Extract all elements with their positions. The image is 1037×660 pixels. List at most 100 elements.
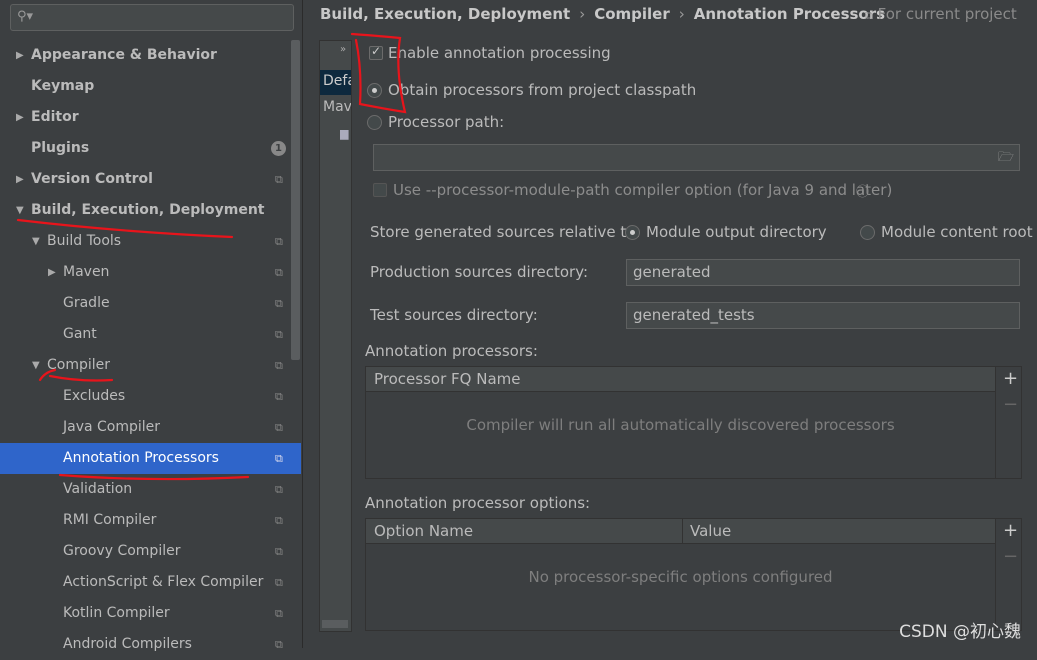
add-button[interactable]: + bbox=[1003, 520, 1018, 541]
profile-maven[interactable]: Maven bbox=[323, 99, 351, 115]
chevron-right-icon[interactable]: ▶ bbox=[16, 40, 24, 71]
add-button[interactable]: + bbox=[1003, 368, 1018, 389]
obtain-classpath-label: Obtain processors from project classpath bbox=[388, 81, 697, 99]
sidebar-item[interactable]: Keymap bbox=[0, 71, 290, 102]
sidebar-item-label: Annotation Processors bbox=[63, 450, 219, 466]
remove-button[interactable]: − bbox=[1003, 394, 1018, 415]
module-output-label: Module output directory bbox=[646, 223, 827, 241]
module-content-label: Module content root bbox=[881, 223, 1033, 241]
chevron-down-icon[interactable]: ▼ bbox=[16, 195, 24, 226]
column-header[interactable]: Processor FQ Name bbox=[374, 370, 520, 388]
empty-text: Compiler will run all automatically disc… bbox=[466, 416, 895, 434]
scope-label: ⧉ For current project bbox=[865, 5, 1017, 23]
copy-icon: ⧉ bbox=[275, 297, 283, 310]
search-input[interactable]: ⚲▾ bbox=[10, 4, 294, 31]
processor-path-field[interactable]: 🗁 bbox=[373, 144, 1020, 171]
chevron-right-icon[interactable]: ▶ bbox=[16, 164, 24, 195]
chevron-right-icon[interactable]: ▶ bbox=[48, 257, 56, 288]
sidebar-item-label: RMI Compiler bbox=[63, 512, 157, 528]
processor-path-radio[interactable] bbox=[367, 115, 382, 130]
sidebar-item-label: Gant bbox=[63, 326, 97, 342]
sidebar-item-label: Maven bbox=[63, 264, 110, 280]
sidebar-item[interactable]: Validation ⧉ bbox=[0, 474, 290, 505]
copy-icon: ⧉ bbox=[275, 390, 283, 403]
chevron-down-icon[interactable]: ▼ bbox=[32, 226, 40, 257]
sidebar-item[interactable]: ActionScript & Flex Compiler ⧉ bbox=[0, 567, 290, 598]
sidebar-item[interactable]: ▶ Maven ⧉ bbox=[0, 257, 290, 288]
copy-icon: ⧉ bbox=[275, 359, 283, 372]
breadcrumb-item[interactable]: Build, Execution, Deployment bbox=[320, 5, 570, 23]
empty-text: No processor-specific options configured bbox=[528, 568, 833, 586]
sidebar-item[interactable]: ▼ Build Tools ⧉ bbox=[0, 226, 290, 257]
copy-icon: ⧉ bbox=[275, 607, 283, 620]
module-content-radio[interactable] bbox=[860, 225, 875, 240]
sidebar-item-label: Editor bbox=[31, 109, 79, 125]
options-table: Option Name Value No processor-specific o… bbox=[365, 518, 1022, 631]
module-path-label: Use --processor-module-path compiler opt… bbox=[393, 181, 893, 199]
sidebar-item[interactable]: ▶ Editor bbox=[0, 102, 290, 133]
column-header[interactable]: Value bbox=[690, 522, 731, 540]
sidebar-item[interactable]: ▼ Compiler ⧉ bbox=[0, 350, 290, 381]
scope-text: For current project bbox=[877, 5, 1017, 23]
copy-icon: ⧉ bbox=[275, 452, 283, 465]
sidebar-scrollbar[interactable] bbox=[291, 40, 300, 360]
enable-processing-checkbox[interactable]: ✓ bbox=[369, 44, 383, 60]
sidebar-item[interactable]: Android Compilers ⧉ bbox=[0, 629, 290, 660]
folder-icon[interactable]: 🗁 bbox=[998, 148, 1014, 170]
sidebar-item[interactable]: Excludes ⧉ bbox=[0, 381, 290, 412]
store-sources-label: Store generated sources relative to: bbox=[370, 223, 641, 241]
sidebar-item[interactable]: Java Compiler ⧉ bbox=[0, 412, 290, 443]
sidebar-item-label: Groovy Compiler bbox=[63, 543, 181, 559]
sidebar-item[interactable]: Kotlin Compiler ⧉ bbox=[0, 598, 290, 629]
pane-scrollbar[interactable] bbox=[322, 620, 348, 628]
options-title: Annotation processor options: bbox=[365, 494, 591, 512]
processors-table: Processor FQ Name Compiler will run all … bbox=[365, 366, 1022, 479]
sidebar-item[interactable]: Gant ⧉ bbox=[0, 319, 290, 350]
folder-icon: ▆ bbox=[340, 127, 349, 140]
processors-title: Annotation processors: bbox=[365, 342, 538, 360]
module-output-radio[interactable] bbox=[625, 225, 640, 240]
chevron-right-icon[interactable]: ▶ bbox=[16, 102, 24, 133]
copy-icon: ⧉ bbox=[275, 576, 283, 589]
sidebar-item-label: Java Compiler bbox=[63, 419, 161, 435]
test-dir-label: Test sources directory: bbox=[370, 306, 538, 324]
sidebar-item[interactable]: RMI Compiler ⧉ bbox=[0, 505, 290, 536]
sidebar-item-label: Build, Execution, Deployment bbox=[31, 202, 265, 218]
sidebar-item[interactable]: Groovy Compiler ⧉ bbox=[0, 536, 290, 567]
copy-icon: ⧉ bbox=[275, 514, 283, 527]
profile-default[interactable]: Default bbox=[320, 70, 351, 95]
sidebar-item-label: Gradle bbox=[63, 295, 110, 311]
copy-icon: ⧉ bbox=[275, 545, 283, 558]
column-header[interactable]: Option Name bbox=[374, 522, 473, 540]
sidebar-item-label: Android Compilers bbox=[63, 636, 192, 652]
watermark: CSDN @初心魏 bbox=[899, 622, 1021, 642]
profiles-pane: » Default Maven ▆ bbox=[319, 40, 352, 632]
sidebar-item[interactable]: Annotation Processors ⧉ bbox=[0, 443, 301, 474]
sidebar-item[interactable]: ▶ Version Control ⧉ bbox=[0, 164, 290, 195]
remove-button[interactable]: − bbox=[1003, 546, 1018, 567]
chevron-down-icon[interactable]: ▼ bbox=[32, 350, 40, 381]
help-icon[interactable]: ⓘ bbox=[856, 181, 869, 200]
settings-sidebar: ⚲▾ ▶ Appearance & Behavior Keymap ▶ Editor Pl… bbox=[0, 0, 303, 652]
test-dir-field[interactable]: generated_tests bbox=[626, 302, 1020, 329]
obtain-classpath-radio[interactable] bbox=[367, 83, 382, 98]
processor-path-label: Processor path: bbox=[388, 113, 505, 131]
sidebar-item-label: ActionScript & Flex Compiler bbox=[63, 574, 264, 590]
expand-button[interactable]: » bbox=[340, 44, 368, 55]
production-dir-label: Production sources directory: bbox=[370, 263, 589, 281]
breadcrumb: Build, Execution, Deployment › Compiler › An… bbox=[320, 5, 886, 23]
production-dir-field[interactable]: generated bbox=[626, 259, 1020, 286]
copy-icon: ⧉ bbox=[275, 173, 283, 186]
sidebar-item-label: Kotlin Compiler bbox=[63, 605, 170, 621]
copy-icon: ⧉ bbox=[275, 483, 283, 496]
breadcrumb-item: Annotation Processors bbox=[693, 5, 886, 23]
search-icon: ⚲▾ bbox=[17, 9, 34, 24]
module-path-checkbox[interactable] bbox=[373, 183, 387, 197]
copy-icon: ⧉ bbox=[275, 328, 283, 341]
sidebar-item[interactable]: Gradle ⧉ bbox=[0, 288, 290, 319]
sidebar-item[interactable]: Plugins 1 bbox=[0, 133, 290, 164]
copy-icon: ⧉ bbox=[275, 266, 283, 279]
breadcrumb-item[interactable]: Compiler bbox=[594, 5, 670, 23]
sidebar-item[interactable]: ▼ Build, Execution, Deployment bbox=[0, 195, 290, 226]
sidebar-item[interactable]: ▶ Appearance & Behavior bbox=[0, 40, 290, 71]
